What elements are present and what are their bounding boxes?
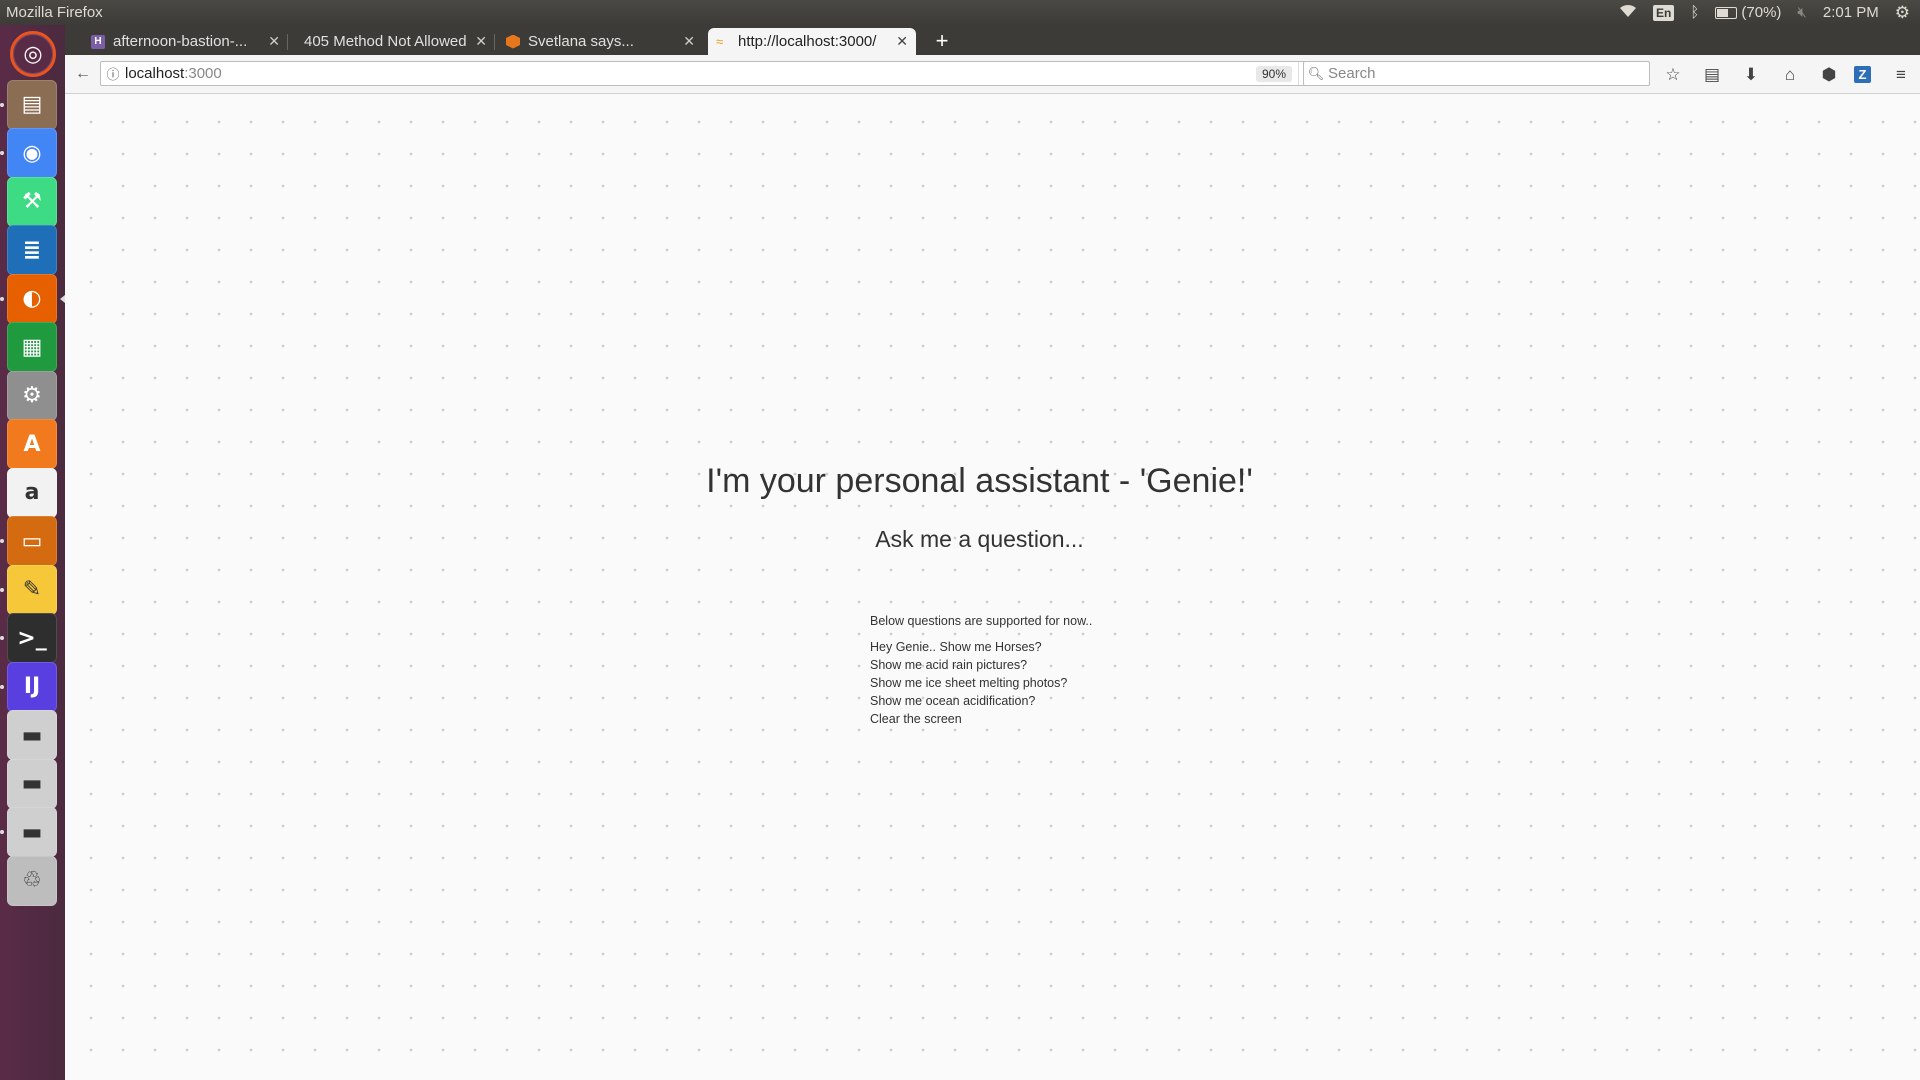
tab-strip: H afternoon-bastion-... ✕ 405 Method Not…: [65, 25, 1920, 55]
battery-indicator[interactable]: (70%): [1715, 4, 1781, 21]
calc-icon[interactable]: ▦: [7, 322, 57, 372]
genie-lamp-favicon-icon: ≈: [716, 33, 724, 49]
writer-icon[interactable]: ≣: [7, 225, 57, 275]
home-icon[interactable]: ⌂: [1779, 64, 1801, 86]
close-icon[interactable]: ✕: [268, 33, 280, 50]
url-port: :3000: [184, 65, 222, 82]
tab-afternoon-bastion[interactable]: H afternoon-bastion-... ✕: [83, 28, 288, 55]
close-icon[interactable]: ✕: [683, 33, 695, 50]
close-icon[interactable]: ✕: [475, 33, 487, 50]
terminal-icon[interactable]: >_: [7, 613, 57, 663]
tab-405-method-not-allowed[interactable]: 405 Method Not Allowed ✕: [290, 28, 495, 55]
amazon-icon[interactable]: a: [7, 467, 57, 518]
tab-label: 405 Method Not Allowed: [304, 33, 467, 50]
software-center-icon[interactable]: A: [7, 419, 57, 469]
zoom-indicator[interactable]: 90%: [1255, 65, 1292, 82]
tab-label: http://localhost:3000/: [738, 33, 877, 50]
system-top-bar: Mozilla Firefox En ᛒ (70%) 🔇︎ 2:01 PM ⚙: [0, 0, 1920, 25]
battery-percent: (70%): [1741, 4, 1782, 21]
info-icon[interactable]: ⓘ: [101, 64, 125, 83]
ubuntu-dash-icon[interactable]: ◎: [10, 31, 56, 77]
tab-label: Svetlana says...: [528, 33, 634, 50]
bluetooth-icon[interactable]: ᛒ: [1690, 4, 1699, 21]
search-bar[interactable]: 🔍︎ Search: [1303, 61, 1650, 86]
tab-svetlana-says[interactable]: Svetlana says... ✕: [498, 28, 703, 55]
running-indicator: [0, 539, 4, 543]
running-indicator: [0, 636, 4, 640]
intellij-icon[interactable]: IJ: [7, 661, 57, 712]
running-indicator: [0, 684, 4, 689]
running-indicator: [0, 830, 4, 834]
zotero-icon[interactable]: Z: [1854, 66, 1871, 83]
running-indicator: [0, 296, 4, 301]
trash-icon[interactable]: ♲: [7, 855, 57, 906]
close-icon[interactable]: ✕: [896, 33, 908, 50]
keyboard-layout-indicator[interactable]: En: [1653, 4, 1675, 21]
search-placeholder: Search: [1328, 65, 1376, 82]
volume-muted-icon[interactable]: 🔇︎: [1797, 4, 1806, 21]
battery-icon: [1715, 6, 1738, 19]
system-indicators: En ᛒ (70%) 🔇︎ 2:01 PM ⚙: [1619, 3, 1920, 23]
chrome-icon[interactable]: ◉: [7, 128, 57, 178]
downloads-icon[interactable]: ⬇: [1740, 64, 1762, 86]
drive-icon-3[interactable]: ▬: [7, 807, 57, 857]
running-indicator: [0, 102, 4, 107]
question-item: Hey Genie.. Show me Horses?: [870, 640, 1042, 654]
text-editor-icon[interactable]: ✎: [7, 564, 57, 615]
question-item: Clear the screen: [870, 712, 962, 726]
android-studio-icon[interactable]: ⚒: [7, 176, 57, 227]
search-icon: 🔍︎: [1307, 65, 1325, 81]
heroku-favicon-icon: H: [91, 34, 105, 49]
bookmarks-menu-icon[interactable]: ▤: [1701, 64, 1723, 86]
back-button[interactable]: ←: [73, 64, 93, 84]
page-headline: I'm your personal assistant - 'Genie!': [706, 462, 1253, 500]
url-bar[interactable]: ⓘ localhost:3000 90% ↻: [100, 61, 1330, 86]
wifi-icon[interactable]: [1619, 4, 1637, 22]
tab-localhost[interactable]: ≈ http://localhost:3000/ ✕: [708, 28, 916, 55]
clock[interactable]: 2:01 PM: [1823, 4, 1879, 21]
files-icon[interactable]: ▤: [7, 79, 57, 130]
hexagon-favicon-icon: [506, 34, 520, 49]
page-subheading: Ask me a question...: [875, 526, 1084, 552]
question-item: Show me ice sheet melting photos?: [870, 676, 1068, 690]
running-indicator: [0, 151, 4, 155]
unity-launcher: ◎ ▤ ◉ ⚒ ≣ ◐ ▦ ⚙ Aa ▭ ✎ >_ IJ ▬ ▬ ▬ ♲: [0, 25, 66, 1080]
new-tab-button[interactable]: +: [930, 28, 954, 54]
pocket-icon[interactable]: ⬢: [1818, 64, 1840, 86]
navigation-toolbar: ← ⓘ localhost:3000 90% ↻ 🔍︎ Search ☆ ▤ ⬇…: [65, 55, 1920, 94]
questions-intro: Below questions are supported for now..: [870, 614, 1093, 628]
system-settings-icon[interactable]: ⚙: [7, 370, 57, 421]
supported-questions: Below questions are supported for now.. …: [870, 614, 1092, 728]
bookmark-star-icon[interactable]: ☆: [1662, 64, 1684, 86]
impress-icon[interactable]: ▭: [7, 516, 57, 566]
window-title: Mozilla Firefox: [6, 4, 103, 21]
question-item: Show me acid rain pictures?: [870, 658, 1028, 672]
drive-icon-1[interactable]: ▬: [7, 710, 57, 760]
gear-icon[interactable]: ⚙: [1895, 3, 1910, 23]
drive-icon-2[interactable]: ▬: [7, 758, 57, 809]
firefox-icon[interactable]: ◐: [7, 273, 57, 324]
hamburger-menu-icon[interactable]: ≡: [1890, 64, 1912, 86]
question-item: Show me ocean acidification?: [870, 694, 1036, 708]
tab-label: afternoon-bastion-...: [113, 33, 248, 50]
url-host: localhost: [125, 65, 185, 82]
page-content: I'm your personal assistant - 'Genie!' A…: [65, 94, 1920, 1080]
running-indicator: [0, 587, 4, 592]
